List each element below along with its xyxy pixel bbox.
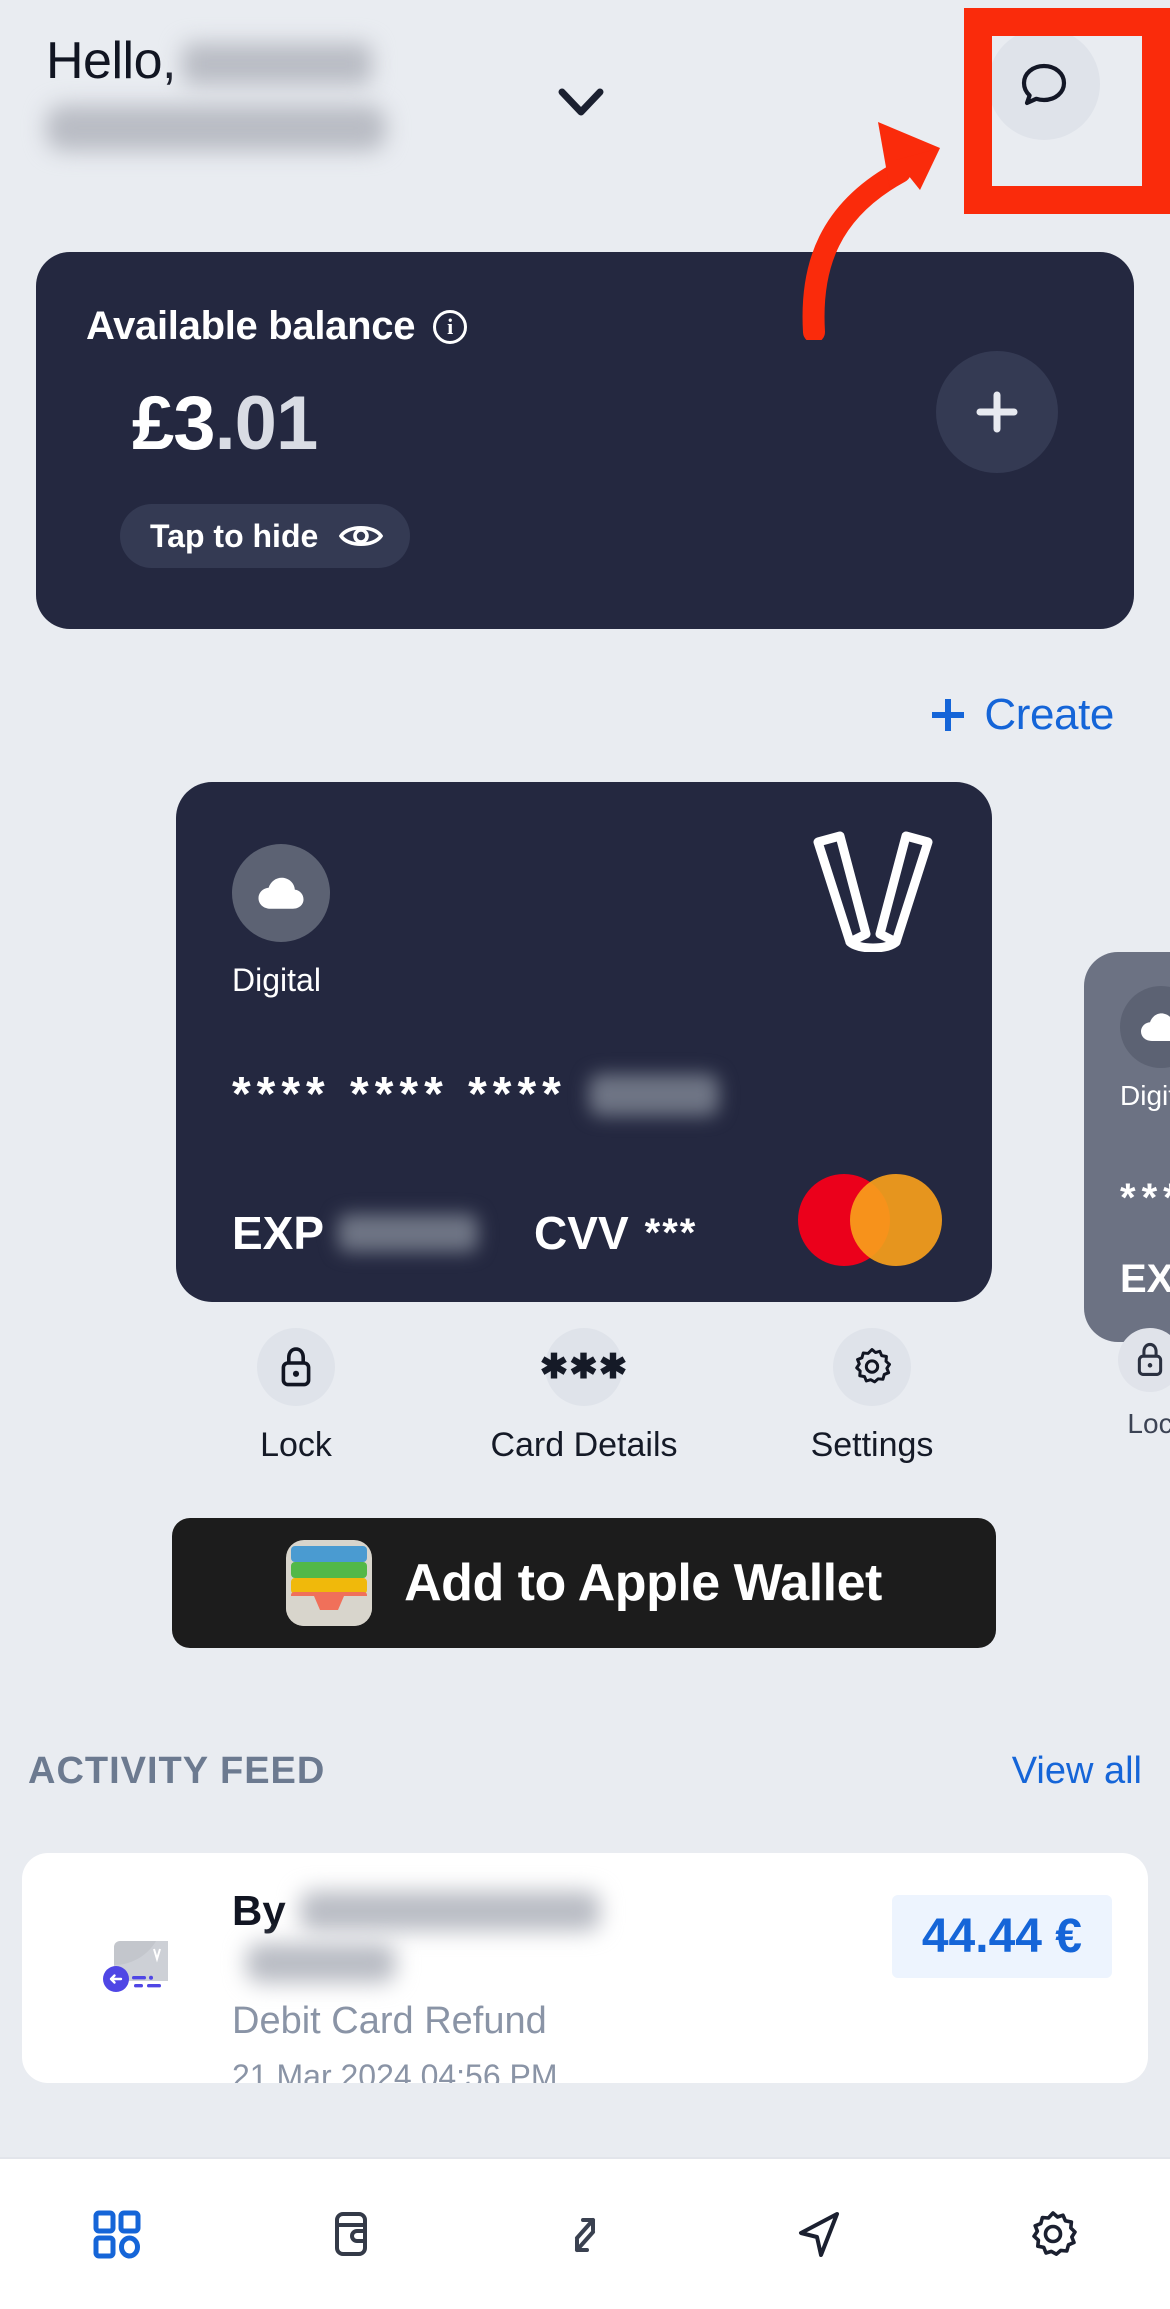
account-switcher-chevron[interactable]	[548, 78, 614, 128]
card-action-details[interactable]: ✱✱✱ Card Details	[464, 1328, 704, 1488]
card-type-label: Digital	[232, 962, 321, 998]
nav-item-dashboard[interactable]	[0, 2159, 234, 2309]
add-to-apple-wallet-button[interactable]: Add to Apple Wallet	[172, 1518, 996, 1648]
apple-wallet-icon	[286, 1540, 373, 1626]
chat-button-wrap	[988, 28, 1100, 140]
wallet-pocket-shape	[286, 1596, 373, 1626]
lock-icon-circle	[1118, 1328, 1170, 1392]
card-action-settings-label: Settings	[810, 1426, 934, 1464]
balance-label-row: Available balance i	[86, 304, 468, 349]
peek-lock-label: Loc	[1127, 1408, 1170, 1439]
peek-card-exp: EXP 0	[1120, 1257, 1170, 1301]
user-name-redacted	[181, 43, 372, 86]
peek-card-type-label: Digital	[1120, 1080, 1170, 1111]
card-type-icon-circle	[1120, 986, 1170, 1068]
activity-view-all-link[interactable]: View all	[1012, 1750, 1142, 1793]
table-row[interactable]: By Debit Card Refund 21 Mar 2024 04:56 P…	[22, 1853, 1148, 2083]
grid-icon	[93, 2210, 141, 2259]
card-number: **** **** ****	[232, 1067, 719, 1122]
plus-icon	[976, 391, 1018, 433]
cloud-icon	[1141, 1013, 1170, 1041]
wirex-w-logo	[813, 831, 933, 952]
transaction-list: By Debit Card Refund 21 Mar 2024 04:56 P…	[22, 1853, 1148, 2083]
mastercard-yellow-circle	[850, 1174, 942, 1266]
card-action-settings[interactable]: Settings	[752, 1328, 992, 1488]
asterisks-icon: ✱✱✱	[539, 1348, 629, 1386]
transaction-prefix: By	[232, 1887, 286, 1934]
gear-icon	[1032, 2211, 1077, 2256]
greeting-text: Hello,	[46, 32, 176, 90]
card-number-masked: **** **** ****	[232, 1068, 567, 1121]
available-balance-card: Available balance i £3.01 Tap to hide	[36, 252, 1134, 629]
gear-icon	[855, 1348, 891, 1384]
cloud-icon	[258, 877, 304, 909]
paper-plane-icon	[799, 2212, 839, 2257]
create-card-button[interactable]: Create	[926, 690, 1114, 740]
bottom-navigation	[0, 2157, 1170, 2309]
chat-bubble-icon	[1021, 63, 1067, 106]
transaction-type: Debit Card Refund	[232, 2000, 547, 2042]
eye-icon	[339, 525, 384, 547]
header: Hello,	[0, 0, 1170, 230]
transaction-merchant-line1: By	[232, 1883, 852, 1939]
chevron-down-icon	[558, 88, 604, 116]
tap-to-hide-label: Tap to hide	[150, 517, 319, 554]
apple-wallet-label: Add to Apple Wallet	[404, 1554, 882, 1612]
card-exp-label: EXP	[232, 1207, 325, 1259]
transaction-datetime: 21 Mar 2024 04:56 PM	[232, 2058, 558, 2083]
tap-to-hide-toggle[interactable]: Tap to hide	[120, 504, 411, 568]
plus-icon	[932, 699, 965, 731]
lock-icon	[281, 1346, 311, 1386]
app-root: Hello, Available balance i £3.01 Tap to …	[0, 0, 1170, 2309]
nav-item-send[interactable]	[702, 2159, 936, 2309]
activity-feed-header: ACTIVITY FEED View all	[28, 1750, 1142, 1793]
balance-amount: £3.01	[132, 378, 319, 470]
payment-card-main[interactable]: Digital **** **** **** EXP CVV ***	[176, 782, 992, 1302]
mastercard-logo	[798, 1174, 942, 1266]
exchange-arrows-icon	[575, 2218, 595, 2252]
asterisks-icon-circle: ✱✱✱	[540, 1328, 627, 1406]
transaction-merchant-redacted	[299, 1891, 600, 1931]
card-exp: EXP	[232, 1206, 479, 1260]
card-actions-row: Lock ✱✱✱ Card Details Settings	[176, 1328, 992, 1488]
card-cvv-value: ***	[644, 1210, 698, 1255]
transaction-amount: 44.44 €	[891, 1895, 1112, 1978]
wallet-icon	[335, 2212, 367, 2256]
nav-item-wallet[interactable]	[234, 2159, 468, 2309]
activity-feed-title: ACTIVITY FEED	[28, 1750, 326, 1792]
balance-whole: 3	[173, 381, 215, 466]
gear-icon-circle	[833, 1328, 911, 1406]
card-last4-redacted	[588, 1073, 719, 1116]
card-action-lock-label: Lock	[260, 1426, 332, 1464]
card-cvv-label: CVV	[534, 1207, 629, 1259]
company-name-redacted	[46, 104, 386, 151]
card-cvv: CVV ***	[534, 1206, 697, 1260]
card-action-lock[interactable]: Lock	[176, 1328, 416, 1488]
card-action-details-label: Card Details	[490, 1426, 678, 1464]
lock-icon-circle	[257, 1328, 335, 1406]
card-type-icon-circle	[232, 844, 330, 942]
balance-label: Available balance	[86, 304, 416, 348]
balance-decimal: .01	[214, 381, 319, 466]
info-icon[interactable]: i	[433, 309, 468, 344]
nav-item-exchange[interactable]	[468, 2159, 702, 2309]
card-exp-cvv-row: EXP CVV ***	[232, 1206, 697, 1260]
transaction-merchant-redacted-2	[246, 1943, 396, 1983]
create-label: Create	[984, 690, 1114, 739]
add-money-button[interactable]	[936, 351, 1058, 473]
peek-card-lock-action[interactable]: Loc	[1118, 1328, 1170, 1440]
card-exp-redacted	[338, 1214, 479, 1252]
payment-card-peek[interactable]: Digital **** EXP 0	[1084, 952, 1170, 1342]
transaction-merchant-line2	[232, 1939, 852, 1987]
lock-icon	[1137, 1342, 1163, 1376]
peek-card-number: ****	[1120, 1176, 1170, 1220]
balance-currency: £	[132, 381, 174, 466]
card-refund-icon	[103, 1941, 168, 1992]
chat-bubble-button[interactable]	[988, 28, 1100, 140]
nav-item-settings[interactable]	[936, 2159, 1170, 2309]
transaction-body: By Debit Card Refund 21 Mar 2024 04:56 P…	[232, 1883, 852, 2083]
